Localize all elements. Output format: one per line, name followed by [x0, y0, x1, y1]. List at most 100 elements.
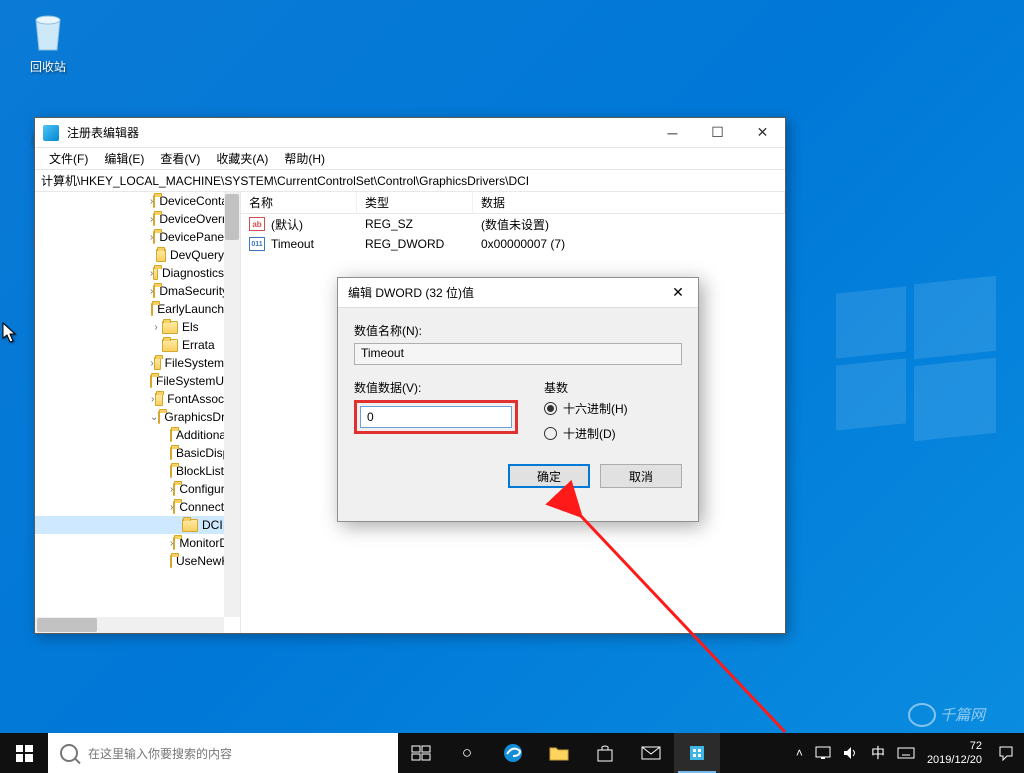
radio-dec[interactable]: 十进制(D) — [544, 425, 682, 442]
col-name[interactable]: 名称 — [241, 192, 357, 213]
tree-node[interactable]: ›Connectivi — [35, 498, 224, 516]
tree-node-label: DCI — [202, 518, 223, 532]
dialog-titlebar[interactable]: 编辑 DWORD (32 位)值 ✕ — [338, 278, 698, 308]
folder-icon — [153, 195, 155, 208]
tree-node[interactable]: FileSystemUti — [35, 372, 224, 390]
store-icon[interactable] — [582, 733, 628, 773]
mouse-cursor-icon — [2, 322, 18, 342]
tree-node[interactable]: ›FontAssoc — [35, 390, 224, 408]
tree-vertical-scrollbar[interactable] — [224, 192, 240, 617]
windows-logo-background — [836, 280, 996, 440]
folder-icon — [153, 213, 155, 226]
radio-dec-indicator — [544, 427, 557, 440]
tree-node[interactable]: ›Diagnostics — [35, 264, 224, 282]
menu-help[interactable]: 帮助(H) — [276, 148, 333, 169]
tree-node-label: Configurati — [179, 482, 224, 496]
task-view-button[interactable] — [398, 733, 444, 773]
tree-node[interactable]: BlockList — [35, 462, 224, 480]
cortana-icon[interactable]: ○ — [444, 733, 490, 773]
file-explorer-icon[interactable] — [536, 733, 582, 773]
tray-chevron-icon[interactable]: ˄ — [796, 746, 803, 760]
folder-icon — [173, 537, 175, 550]
value-data-input[interactable] — [360, 406, 512, 428]
tree-expander-icon[interactable]: › — [150, 322, 162, 333]
tree-node[interactable]: EarlyLaunch — [35, 300, 224, 318]
edit-dword-dialog: 编辑 DWORD (32 位)值 ✕ 数值名称(N): Timeout 数值数据… — [337, 277, 699, 522]
tree-node-label: DeviceContai — [159, 194, 224, 208]
tree-node[interactable]: DevQuery — [35, 246, 224, 264]
tray-network-icon[interactable] — [815, 746, 831, 760]
menu-view[interactable]: 查看(V) — [152, 148, 208, 169]
tree-expander-icon[interactable]: ⌄ — [150, 412, 158, 423]
window-titlebar[interactable]: 注册表编辑器 ─ ☐ ✕ — [35, 118, 785, 148]
tree-node[interactable]: ›DmaSecurity — [35, 282, 224, 300]
tree-node[interactable]: ›DeviceContai — [35, 192, 224, 210]
edge-taskbar-icon[interactable] — [490, 733, 536, 773]
tree-node[interactable]: ›FileSystem — [35, 354, 224, 372]
dword-value-icon: 011 — [249, 237, 265, 251]
mail-icon[interactable] — [628, 733, 674, 773]
taskbar-search[interactable]: 在这里输入你要搜索的内容 — [48, 733, 398, 773]
list-row[interactable]: 011TimeoutREG_DWORD0x00000007 (7) — [241, 234, 785, 254]
tree-node[interactable]: ⌄ GraphicsDrive — [35, 408, 224, 426]
tree-node-label: Additional — [176, 428, 224, 442]
tree-node-label: EarlyLaunch — [157, 302, 224, 316]
maximize-button[interactable]: ☐ — [695, 118, 740, 148]
value-type: REG_SZ — [357, 217, 473, 231]
address-bar[interactable]: 计算机\HKEY_LOCAL_MACHINE\SYSTEM\CurrentCon… — [35, 170, 785, 192]
minimize-button[interactable]: ─ — [650, 118, 695, 148]
col-data[interactable]: 数据 — [473, 192, 785, 213]
desktop-icon-recycle-bin[interactable]: 回收站 — [13, 10, 83, 75]
menu-favorites[interactable]: 收藏夹(A) — [208, 148, 276, 169]
tree-node[interactable]: Additional — [35, 426, 224, 444]
tree-node-label: DeviceOverri — [159, 212, 224, 226]
tree-node-label: MonitorDa — [179, 536, 224, 550]
radio-dec-label: 十进制(D) — [563, 425, 616, 442]
tree-node[interactable]: ›DevicePanels — [35, 228, 224, 246]
windows-logo-icon — [16, 745, 33, 762]
tree-node-label: GraphicsDrive — [164, 410, 224, 424]
close-button[interactable]: ✕ — [740, 118, 785, 148]
taskbar-clock[interactable]: 72 2019/12/20 — [927, 739, 986, 767]
folder-icon — [170, 465, 172, 478]
tree-horizontal-scrollbar[interactable] — [35, 617, 224, 633]
cancel-button[interactable]: 取消 — [600, 464, 682, 488]
menu-edit[interactable]: 编辑(E) — [96, 148, 152, 169]
listview-header[interactable]: 名称 类型 数据 — [241, 192, 785, 214]
system-tray: ˄ 中 72 2019/12/20 — [796, 739, 1024, 767]
col-type[interactable]: 类型 — [357, 192, 473, 213]
tree-node-label: FontAssoc — [167, 392, 224, 406]
folder-icon — [170, 429, 172, 442]
value-name: Timeout — [271, 237, 314, 251]
ok-button[interactable]: 确定 — [508, 464, 590, 488]
tree-node-label: DevQuery — [170, 248, 224, 262]
tree-node[interactable]: ›MonitorDa — [35, 534, 224, 552]
radio-hex[interactable]: 十六进制(H) — [544, 400, 682, 417]
regedit-taskbar-icon[interactable] — [674, 733, 720, 773]
tree-node-label: Connectivi — [179, 500, 224, 514]
folder-icon — [156, 249, 166, 262]
list-row[interactable]: ab(默认)REG_SZ(数值未设置) — [241, 214, 785, 234]
registry-tree[interactable]: ›DeviceContai›DeviceOverri›DevicePanelsD… — [35, 192, 241, 633]
tray-keyboard-icon[interactable] — [897, 747, 915, 759]
tree-node-label: BlockList — [176, 464, 224, 478]
value-data: 0x00000007 (7) — [473, 237, 785, 251]
tree-node[interactable]: ›Els — [35, 318, 224, 336]
dialog-close-button[interactable]: ✕ — [658, 278, 698, 308]
tree-node[interactable]: ›DeviceOverri — [35, 210, 224, 228]
tray-volume-icon[interactable] — [843, 746, 859, 760]
tree-node[interactable]: BasicDispla — [35, 444, 224, 462]
tree-node[interactable]: Errata — [35, 336, 224, 354]
menu-file[interactable]: 文件(F) — [41, 148, 96, 169]
value-name-field: Timeout — [354, 343, 682, 365]
search-icon — [60, 744, 78, 762]
start-button[interactable] — [0, 733, 48, 773]
action-center-icon[interactable] — [998, 745, 1014, 761]
tree-node[interactable]: UseNewKe — [35, 552, 224, 570]
tray-ime[interactable]: 中 — [871, 743, 885, 763]
tree-node[interactable]: DCI — [35, 516, 224, 534]
folder-icon — [153, 285, 155, 298]
tree-node[interactable]: ›Configurati — [35, 480, 224, 498]
radio-hex-label: 十六进制(H) — [563, 400, 628, 417]
tree-node-label: FileSystemUti — [156, 374, 224, 388]
